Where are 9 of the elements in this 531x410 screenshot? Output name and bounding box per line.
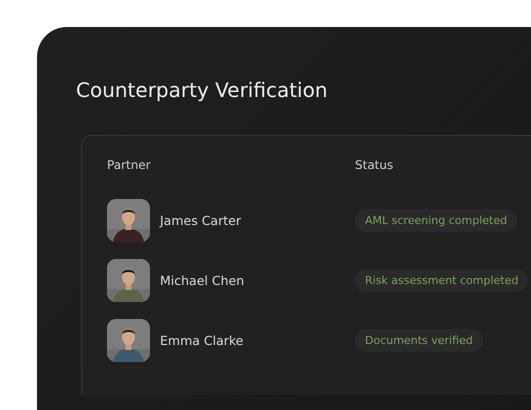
partner-name: James Carter <box>160 213 241 228</box>
column-header: Status <box>355 158 394 172</box>
status-badge: AML screening completed <box>355 209 518 232</box>
partner-name: Emma Clarke <box>160 333 244 348</box>
page-title: Counterparty Verification <box>76 77 329 103</box>
status-badge: Risk assessment completed <box>355 269 528 292</box>
partner-name: Michael Chen <box>160 273 244 288</box>
status-badge: Documents verified <box>355 329 483 352</box>
column-header: Partner <box>107 158 152 172</box>
